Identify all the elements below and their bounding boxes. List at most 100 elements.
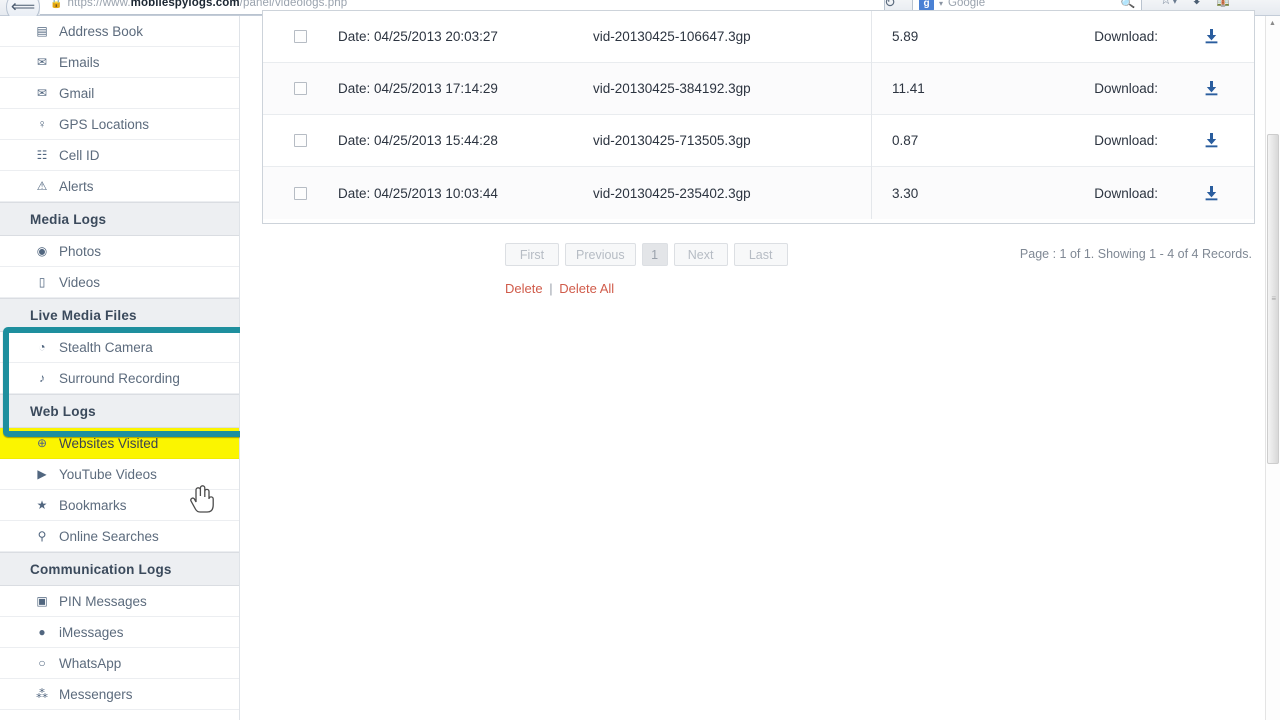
pointing-hand-cursor [190,485,214,513]
sidebar-item-label: GPS Locations [59,116,150,132]
page-body: ▤ Address Book ✉ Emails ✉ Gmail ♀ GPS Lo… [0,10,1280,720]
imessages-icon: ● [38,625,46,639]
sidebar-item-whatsapp[interactable]: ○ WhatsApp [0,648,239,679]
download-icon[interactable] [1202,80,1220,98]
gmail-envelope-icon: ✉ [36,86,48,100]
sidebar-item-label: Emails [59,54,100,70]
row-size: 0.87 [871,114,983,167]
row-download-label: Download: [1094,81,1158,96]
sidebar-group-label: Communication Logs [30,561,172,577]
sidebar-group-label: Media Logs [30,211,107,227]
pin-messages-icon: ▣ [36,594,48,608]
download-icon[interactable] [1202,184,1220,202]
chevron-down-icon[interactable]: ▾ [939,0,943,8]
scrollbar-grip-icon: ≡ [1271,294,1276,303]
sidebar-item-alerts[interactable]: ⚠ Alerts [0,171,239,202]
row-download-cell: Download: [983,184,1254,202]
search-icon: ⚲ [37,529,47,543]
address-bar-url: https://www.mobilespylogs.com/panel/vide… [67,0,348,9]
row-download-label: Download: [1094,185,1158,201]
sidebar-item-online-searches[interactable]: ⚲ Online Searches [0,521,239,552]
sidebar-item-gps-locations[interactable]: ♀ GPS Locations [0,109,239,140]
row-date: Date: 04/25/2013 17:14:29 [338,81,498,96]
sidebar-group-media-logs: Media Logs [0,202,239,236]
sidebar-item-stealth-camera[interactable]: ◔ Stealth Camera [0,332,239,363]
row-checkbox[interactable] [294,30,307,43]
sidebar-item-pin-messages[interactable]: ▣ PIN Messages [0,586,239,617]
row-filename: vid-20130425-713505.3gp [593,133,751,148]
table-row[interactable]: Date: 04/25/2013 15:44:28 vid-20130425-7… [263,114,1254,167]
page-scrollbar[interactable]: ▲ ≡ [1265,16,1280,720]
sidebar-item-label: Bookmarks [59,497,127,513]
pagination-last-button[interactable]: Last [733,243,788,266]
sidebar-item-label: YouTube Videos [59,466,157,482]
warning-triangle-icon: ⚠ [36,179,48,193]
row-download-label: Download: [1094,133,1158,148]
sidebar-item-label: Address Book [59,23,144,39]
sidebar-item-label: Online Searches [59,528,159,544]
sidebar-item-emails[interactable]: ✉ Emails [0,47,239,78]
sidebar-item-videos[interactable]: ▯ Videos [0,267,239,298]
sidebar-group-web-logs: Web Logs [0,394,239,428]
row-download-label: Download: [1094,29,1158,44]
home-icon[interactable]: 🏠 [1215,0,1231,8]
sidebar-item-label: WhatsApp [59,655,122,671]
sidebar-group-communication-logs: Communication Logs [0,552,239,586]
sidebar-item-messengers[interactable]: ⁂ Messengers [0,679,239,710]
search-icon[interactable]: 🔍 [1120,0,1136,11]
pagination-first-button[interactable]: First [505,243,559,266]
sidebar-group-label: Live Media Files [30,307,137,323]
download-arrow-icon[interactable]: ⬇ [1191,0,1202,8]
address-book-icon: ▤ [36,24,48,38]
sidebar-item-photos[interactable]: ◉ Photos [0,236,239,267]
row-size: 5.89 [871,11,983,63]
sidebar-item-label: PIN Messages [59,593,147,609]
row-checkbox[interactable] [294,82,307,95]
row-size: 3.30 [871,167,983,219]
sidebar-item-websites-visited[interactable]: ⊕ Websites Visited [0,428,239,459]
reload-icon: ↻ [884,0,896,10]
row-download-cell: Download: [983,28,1254,46]
sidebar-item-surround-recording[interactable]: ♪ Surround Recording [0,363,239,394]
delete-all-link[interactable]: Delete All [559,281,614,296]
sidebar-item-imessages[interactable]: ● iMessages [0,617,239,648]
sidebar-item-label: Messengers [59,686,133,702]
download-icon[interactable] [1202,28,1220,46]
row-checkbox-cell [263,82,338,95]
sidebar-item-label: Alerts [59,178,94,194]
download-icon[interactable] [1202,132,1220,150]
star-icon: ★ [36,498,48,512]
row-download-cell: Download: [983,80,1254,98]
back-arrow-icon: ⟸ [10,0,36,16]
pagination-info: Page : 1 of 1. Showing 1 - 4 of 4 Record… [1019,247,1252,261]
pagination-next-button[interactable]: Next [673,243,728,266]
row-checkbox[interactable] [294,186,307,200]
bookmark-star-icon[interactable]: ☆▾ [1160,0,1178,8]
search-input[interactable]: Google [948,0,1116,9]
scrollbar-up-arrow[interactable]: ▲ [1265,16,1280,31]
row-checkbox-cell [263,30,338,43]
table-row[interactable]: Date: 04/25/2013 10:03:44 vid-20130425-2… [263,167,1254,219]
globe-icon: ⊕ [36,436,48,450]
row-download-cell: Download: [983,132,1254,150]
table-row[interactable]: Date: 04/25/2013 20:03:27 vid-20130425-1… [263,11,1254,63]
sidebar: ▤ Address Book ✉ Emails ✉ Gmail ♀ GPS Lo… [0,16,240,720]
whatsapp-icon: ○ [38,656,46,670]
pagination-current-page[interactable]: 1 [641,243,668,266]
row-checkbox[interactable] [294,134,307,147]
sidebar-item-address-book[interactable]: ▤ Address Book [0,16,239,47]
sidebar-item-label: iMessages [59,624,124,640]
sidebar-item-cell-id[interactable]: ☷ Cell ID [0,140,239,171]
messengers-icon: ⁂ [36,687,48,701]
row-filename: vid-20130425-106647.3gp [593,29,751,44]
table-row[interactable]: Date: 04/25/2013 17:14:29 vid-20130425-3… [263,62,1254,115]
sidebar-item-gmail[interactable]: ✉ Gmail [0,78,239,109]
pagination-previous-button[interactable]: Previous [565,243,636,266]
row-filename: vid-20130425-384192.3gp [593,81,751,96]
youtube-icon: ▶ [37,467,47,481]
sidebar-item-label: Photos [59,243,102,259]
stealth-camera-icon: ◔ [38,340,46,354]
map-pin-icon: ♀ [37,117,47,131]
delete-link[interactable]: Delete [505,281,543,296]
cell-tower-icon: ☷ [36,148,48,162]
